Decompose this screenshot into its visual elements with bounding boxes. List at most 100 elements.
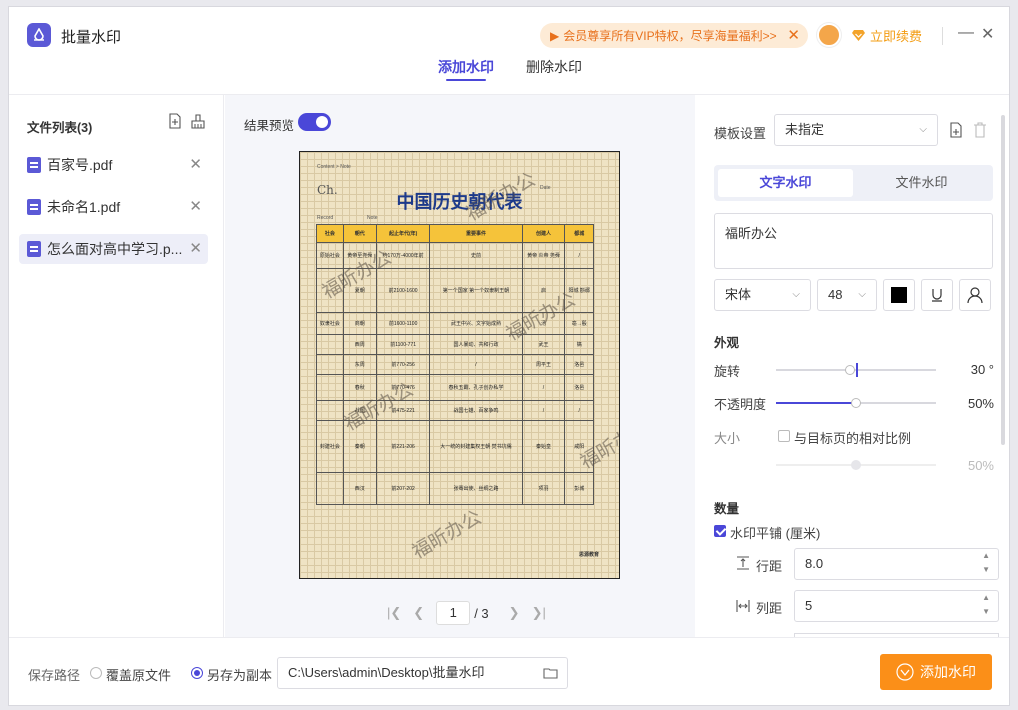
rotate-value: 30 ° bbox=[970, 362, 994, 377]
doc-table-cell: 前770-256 bbox=[375, 354, 431, 375]
add-watermark-label: 添加水印 bbox=[920, 664, 976, 680]
decrement-icon[interactable]: ▼ bbox=[982, 555, 990, 585]
save-copy-label: 另存为副本 bbox=[207, 668, 273, 683]
slider-knob[interactable] bbox=[851, 460, 861, 470]
file-list-panel: 文件列表(3) 百家号.pdf ✕ 未命名1.pdf ✕ 怎么面对高中学习.p.… bbox=[9, 95, 224, 637]
caret-down-icon: ⌵ bbox=[919, 124, 927, 135]
file-item-selected[interactable]: 怎么面对高中学习.p... ✕ bbox=[19, 234, 208, 264]
rotate-marker bbox=[856, 363, 858, 377]
doc-table-cell: 东周 bbox=[342, 354, 377, 375]
row-gap-input[interactable]: 8.0 ▲ ▼ bbox=[794, 548, 999, 580]
relative-scale-label: 与目标页的相对比例 bbox=[794, 431, 912, 446]
preview-toggle[interactable] bbox=[298, 113, 331, 131]
title-bar: 批量水印 ▶ 会员尊享所有VIP特权，尽享海量福利>> ✕ 立即续费 — ✕ 添… bbox=[9, 7, 1009, 95]
new-template-icon[interactable] bbox=[948, 122, 964, 138]
size-slider[interactable] bbox=[776, 460, 936, 470]
col-gap-value: 5 bbox=[805, 598, 813, 613]
col-gap-input[interactable]: 5 ▲ ▼ bbox=[794, 590, 999, 622]
font-select[interactable]: 宋体 ⌵ bbox=[714, 279, 811, 311]
doc-table-cell: 亳→殷 bbox=[564, 312, 594, 335]
renew-label: 立即续费 bbox=[870, 29, 923, 44]
font-size-select[interactable]: 48 ⌵ bbox=[817, 279, 877, 311]
row-gap-label: 行距 bbox=[756, 559, 783, 574]
doc-table-cell: / bbox=[521, 400, 566, 421]
user-button[interactable] bbox=[959, 279, 991, 311]
doc-note: Note bbox=[367, 215, 378, 221]
save-copy-radio[interactable] bbox=[191, 667, 203, 679]
save-path-input[interactable]: C:\Users\admin\Desktop\批量水印 bbox=[277, 657, 568, 689]
doc-table-cell: 黄帝 炎帝 尧舜 bbox=[521, 242, 566, 269]
tile-checkbox[interactable] bbox=[714, 525, 726, 537]
doc-table-cell: 洛邑 bbox=[564, 354, 594, 375]
slider-knob[interactable] bbox=[851, 398, 861, 408]
minimize-icon[interactable]: — bbox=[958, 24, 974, 42]
doc-table-header: 创建人 bbox=[521, 224, 566, 243]
doc-table-cell: 秦始皇 bbox=[521, 420, 566, 473]
doc-table-cell: / bbox=[429, 354, 523, 375]
watermark-text-input[interactable]: 福昕办公 bbox=[714, 213, 993, 269]
doc-table-cell: 春秋五霸、孔子创办私学 bbox=[429, 374, 523, 401]
pdf-file-icon bbox=[27, 157, 41, 173]
promo-text: 会员尊享所有VIP特权，尽享海量福利>> bbox=[563, 29, 777, 43]
overwrite-radio[interactable] bbox=[90, 667, 102, 679]
slider-knob[interactable] bbox=[844, 365, 855, 375]
page-input[interactable]: 1 bbox=[436, 601, 471, 625]
file-list-heading: 文件列表(3) bbox=[27, 121, 93, 135]
settings-panel: 模板设置 未指定 ⌵ 文字水印 文件水印 福昕办公 宋体 ⌵ 48 ⌵ 外观 旋… bbox=[696, 95, 1004, 637]
last-page-icon[interactable]: ❯| bbox=[532, 605, 546, 621]
speaker-icon: ▶ bbox=[550, 28, 560, 43]
rotate-slider[interactable] bbox=[776, 363, 936, 377]
avatar-icon[interactable] bbox=[817, 23, 841, 47]
tab-text-watermark[interactable]: 文字水印 bbox=[718, 169, 853, 197]
relative-scale-checkbox[interactable] bbox=[778, 430, 790, 442]
doc-table-cell bbox=[316, 334, 344, 355]
add-watermark-button[interactable]: 添加水印 bbox=[880, 654, 992, 690]
renew-button[interactable]: 立即续费 bbox=[851, 26, 922, 45]
opacity-slider[interactable] bbox=[776, 398, 936, 408]
watermark-text: 福昕办公 bbox=[408, 506, 486, 564]
next-page-icon[interactable]: ❯ bbox=[509, 605, 520, 621]
folder-icon[interactable] bbox=[543, 667, 558, 679]
add-file-icon[interactable] bbox=[167, 113, 183, 129]
close-icon[interactable]: ✕ bbox=[787, 26, 800, 44]
clear-icon[interactable] bbox=[190, 113, 206, 129]
close-icon[interactable]: ✕ bbox=[981, 24, 994, 44]
underline-icon bbox=[932, 289, 942, 302]
font-size-value: 48 bbox=[828, 287, 843, 302]
pagination: |❮ ❮ 1 / 3 ❯ ❯| bbox=[381, 601, 552, 625]
underline-button[interactable] bbox=[921, 279, 953, 311]
row-gap-value: 8.0 bbox=[805, 556, 824, 571]
document-preview: Content > Note Ch. Date 中国历史朝代表 Record N… bbox=[299, 151, 620, 579]
first-page-icon[interactable]: |❮ bbox=[387, 605, 401, 621]
doc-table-cell: 封建社会 bbox=[316, 420, 344, 473]
doc-table-row: 西汉 前207-202 张骞出使、丝绸之路 项羽 彭城 bbox=[316, 472, 594, 505]
color-picker-button[interactable] bbox=[883, 279, 915, 311]
file-item[interactable]: 百家号.pdf ✕ bbox=[19, 150, 208, 180]
tab-remove-watermark[interactable]: 删除水印 bbox=[526, 57, 582, 77]
delete-icon[interactable] bbox=[972, 122, 988, 138]
remove-file-icon[interactable]: ✕ bbox=[189, 197, 202, 215]
doc-table-cell: 商朝 bbox=[342, 312, 377, 335]
doc-table-header: 重要事件 bbox=[429, 224, 523, 243]
settings-scrollbar[interactable] bbox=[1001, 115, 1005, 445]
prev-page-icon[interactable]: ❮ bbox=[413, 605, 424, 621]
caret-down-icon: ⌵ bbox=[792, 289, 800, 300]
file-name: 怎么面对高中学习.p... bbox=[47, 241, 183, 257]
save-path-label: 保存路径 bbox=[28, 668, 81, 683]
bottom-bar: 保存路径 覆盖原文件 另存为副本 C:\Users\admin\Desktop\… bbox=[9, 637, 1009, 707]
doc-table-cell bbox=[316, 472, 344, 505]
vip-promo-banner[interactable]: ▶ 会员尊享所有VIP特权，尽享海量福利>> ✕ bbox=[540, 23, 808, 48]
doc-table-cell bbox=[316, 374, 344, 401]
doc-table-cell: 张骞出使、丝绸之路 bbox=[429, 472, 523, 505]
file-name: 百家号.pdf bbox=[47, 157, 113, 173]
mode-tabs: 添加水印 删除水印 bbox=[9, 55, 1009, 95]
template-select[interactable]: 未指定 ⌵ bbox=[774, 114, 938, 146]
doc-table-cell: / bbox=[564, 242, 594, 269]
remove-file-icon[interactable]: ✕ bbox=[189, 155, 202, 173]
tab-add-watermark[interactable]: 添加水印 bbox=[438, 57, 494, 81]
file-item[interactable]: 未命名1.pdf ✕ bbox=[19, 192, 208, 222]
remove-file-icon[interactable]: ✕ bbox=[189, 239, 202, 257]
doc-table-cell: 原始社会 bbox=[316, 242, 344, 269]
tab-file-watermark[interactable]: 文件水印 bbox=[854, 169, 989, 197]
decrement-icon[interactable]: ▼ bbox=[982, 597, 990, 627]
